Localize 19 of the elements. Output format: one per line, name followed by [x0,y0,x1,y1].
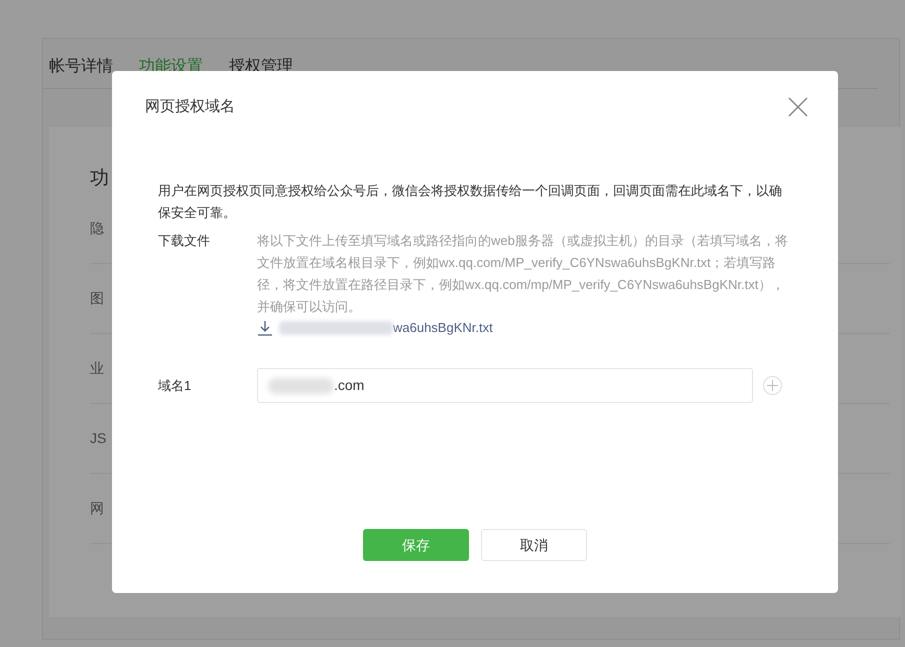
tab[interactable]: 帐号详情 [49,55,113,88]
setting-label: JS [90,428,106,448]
field-label: 域名1 [158,376,192,395]
dialog-title: 网页授权域名 [145,96,235,117]
setting-label: 网 [90,498,104,518]
close-icon[interactable] [788,97,808,117]
setting-label: 业 [90,358,104,378]
cancel-button[interactable]: 取消 [481,529,587,561]
redaction-blur [268,378,334,394]
add-icon[interactable] [763,376,782,395]
setting-label: 图 [90,288,104,308]
download-link[interactable]: wa6uhsBgKNr.txt [257,318,493,338]
section-title: 功 [90,167,109,191]
field-label: 下载文件 [158,232,211,250]
help-text: 将以下文件上传至填写域名或路径指向的web服务器（或虚拟主机）的目录（若填写域名，将文件放置在域名根目录下，例如wx.qq.com/MP_verify_C6YNswa6uhsBgKNr.txt；若填写路径，将文件放置在路径目录下，例如wx.qq.com/mp/MP_verify_C6YNswa6uhsBgKNr.txt），并确保可以访问。 [257,232,789,316]
setting-label: 隐 [90,218,104,238]
domain-input[interactable]: .com [257,368,753,403]
download-icon [257,320,273,336]
description: 用户在网页授权页同意授权给公众号后，微信会将授权数据传给一个回调页面，回调页面需在此域名下，以确保安全可靠。 [158,182,783,222]
